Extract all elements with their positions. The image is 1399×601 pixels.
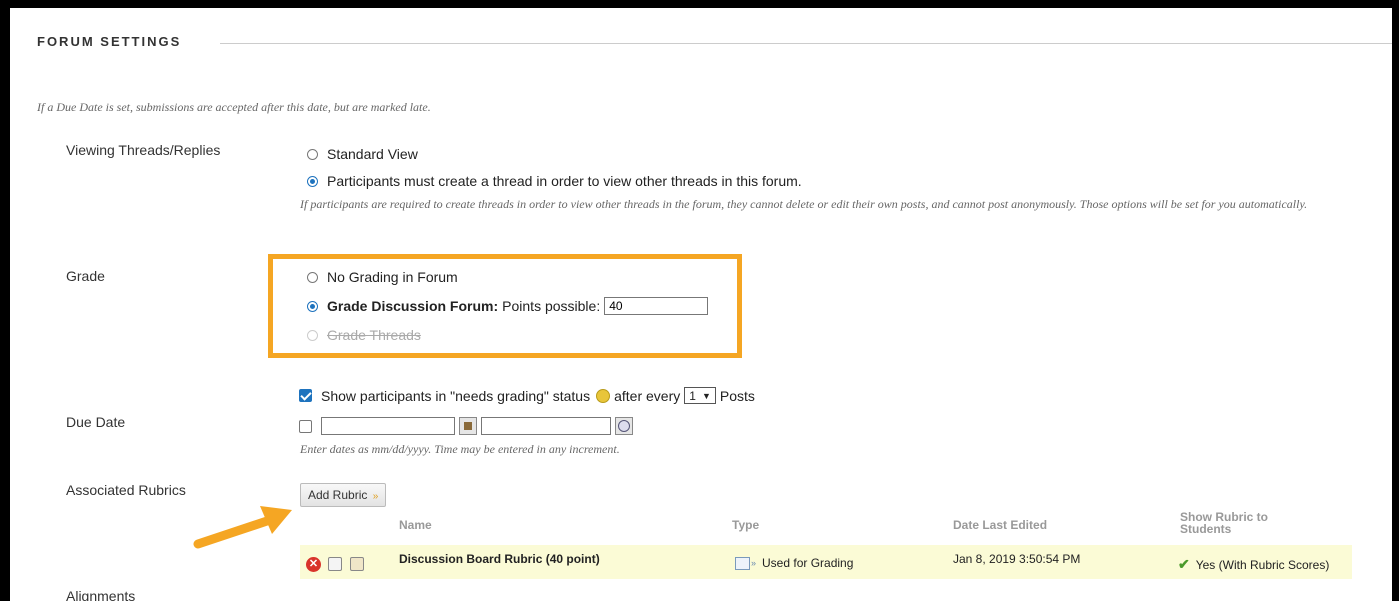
info-icon — [596, 388, 611, 403]
after-every-value: 1 — [689, 388, 696, 403]
after-every-label: after every — [614, 387, 681, 404]
delete-icon[interactable]: ✕ — [306, 557, 321, 572]
grade-forum-label: Grade Discussion Forum: — [327, 298, 499, 314]
no-grading-option[interactable]: No Grading in Forum — [307, 269, 458, 285]
must-create-thread-label: Participants must create a thread in ord… — [327, 173, 802, 189]
col-header-show: Show Rubric to Students — [1180, 510, 1268, 536]
grade-threads-label: Grade Threads — [327, 327, 421, 343]
grade-threads-radio — [307, 329, 318, 341]
grid-icon — [735, 556, 750, 570]
forum-settings-panel: FORUM SETTINGS If a Due Date is set, sub… — [10, 8, 1392, 601]
add-rubric-button[interactable]: Add Rubric » — [300, 483, 387, 507]
rubric-type-label: Used for Grading — [762, 556, 854, 570]
rubric-type[interactable]: » Used for Grading — [735, 556, 853, 570]
posts-label: Posts — [719, 387, 755, 404]
grade-forum-option[interactable]: Grade Discussion Forum: Points possible: — [307, 297, 709, 315]
rubric-name[interactable]: Discussion Board Rubric (40 point) — [399, 552, 600, 566]
chevron-down-icon: » — [372, 491, 379, 502]
due-date-input[interactable] — [321, 417, 455, 435]
table-row: ✕ Discussion Board Rubric (40 point) » U… — [300, 545, 1352, 579]
due-date-note: If a Due Date is set, submissions are ac… — [37, 100, 431, 114]
no-grading-label: No Grading in Forum — [327, 269, 458, 285]
annotation-arrow-icon — [193, 506, 292, 549]
chevron-down-icon: » — [751, 558, 757, 568]
alignments-label: Alignments — [66, 588, 136, 601]
viewing-threads-label: Viewing Threads/Replies — [66, 142, 221, 158]
col-header-type: Type — [732, 518, 760, 532]
rubric-show[interactable]: ✔ Yes (With Rubric Scores) — [1178, 556, 1329, 573]
section-divider — [220, 43, 1392, 44]
points-possible-label: Points possible: — [502, 298, 601, 314]
check-icon: ✔ — [1178, 556, 1190, 572]
rubric-show-label: Yes (With Rubric Scores) — [1195, 557, 1330, 572]
grade-forum-radio[interactable] — [307, 300, 318, 312]
points-possible-input[interactable] — [604, 297, 709, 315]
due-date-row — [299, 417, 633, 435]
view-icon[interactable] — [328, 557, 342, 571]
standard-view-label: Standard View — [327, 146, 418, 162]
rubric-date: Jan 8, 2019 3:50:54 PM — [953, 552, 1081, 566]
add-rubric-label: Add Rubric — [308, 488, 368, 502]
grade-threads-option: Grade Threads — [307, 327, 421, 343]
section-title: FORUM SETTINGS — [37, 34, 182, 49]
no-grading-radio[interactable] — [307, 271, 318, 283]
needs-grading-row: Show participants in "needs grading" sta… — [299, 387, 755, 404]
due-date-checkbox[interactable] — [299, 419, 312, 433]
standard-view-radio[interactable] — [307, 148, 318, 160]
edit-icon[interactable] — [350, 557, 364, 571]
must-create-thread-radio[interactable] — [307, 175, 318, 187]
due-time-input[interactable] — [481, 417, 611, 435]
needs-grading-label: Show participants in "needs grading" sta… — [321, 387, 591, 404]
associated-rubrics-label: Associated Rubrics — [66, 482, 186, 498]
col-header-name: Name — [399, 518, 432, 532]
clock-icon[interactable] — [615, 417, 633, 435]
standard-view-option[interactable]: Standard View — [307, 146, 418, 162]
after-every-select[interactable]: 1 ▼ — [684, 387, 716, 404]
viewing-note: If participants are required to create t… — [300, 197, 1308, 211]
grade-label: Grade — [66, 268, 105, 284]
due-date-label: Due Date — [66, 414, 126, 430]
calendar-icon[interactable] — [459, 417, 477, 435]
chevron-down-icon: ▼ — [701, 390, 711, 401]
due-date-note-format: Enter dates as mm/dd/yyyy. Time may be e… — [300, 442, 620, 456]
col-header-date: Date Last Edited — [953, 518, 1048, 532]
needs-grading-checkbox[interactable] — [299, 389, 312, 402]
must-create-thread-option[interactable]: Participants must create a thread in ord… — [307, 173, 802, 189]
